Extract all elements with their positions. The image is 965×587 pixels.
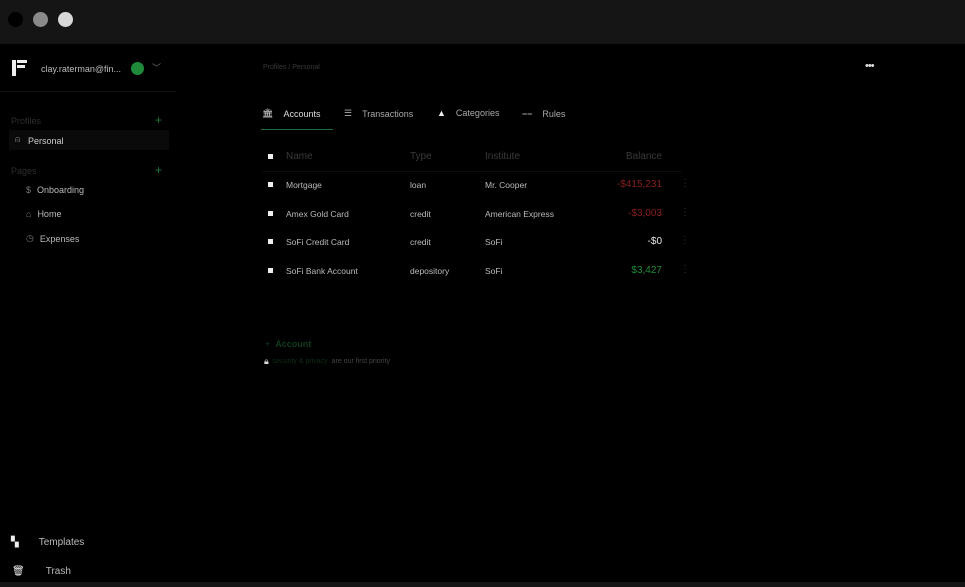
account-institute: Mr. Cooper [485,180,528,190]
clock-icon: ◷ [26,233,34,243]
account-type: loan [410,180,427,190]
chevron-down-icon[interactable]: ﹀ [152,61,161,74]
account-balance: -$3,003 [628,207,662,219]
status-indicator [131,62,144,75]
sidebar-item-expenses[interactable]: ◷ Expenses [26,233,79,244]
row-checkbox[interactable] [268,182,273,187]
account-balance: -$415,231 [616,179,662,190]
tab-label: Transactions [362,108,414,119]
sidebar-item-personal[interactable]: ⍝ Personal [9,130,169,150]
account-name: SoFi Bank Account [286,265,358,276]
row-checkbox[interactable] [268,239,273,244]
add-page-button[interactable]: + [155,163,162,177]
privacy-text: are our first priority [331,358,391,365]
row-menu-icon[interactable]: ⋮ [680,178,690,189]
close-window-button[interactable] [8,12,23,27]
account-institute: American Express [485,208,554,219]
breadcrumb: Profiles / Personal [263,64,320,71]
account-name: Amex Gold Card [286,208,349,219]
divider [0,91,176,92]
tab-categories[interactable]: ▲ Categories [437,108,499,118]
column-header-institute[interactable]: Institute [485,151,520,162]
breadcrumb-profiles[interactable]: Profiles [263,64,286,71]
minimize-window-button[interactable] [33,12,48,27]
row-checkbox[interactable] [268,267,273,273]
trash-icon: 🗑︎ [12,566,25,577]
account-type: credit [410,237,431,247]
account-institute: SoFi [485,265,503,276]
home-icon: ⌂ [26,209,32,219]
trash-label: Trash [45,566,71,577]
profiles-label: Profiles [11,116,42,126]
breadcrumb-separator: / [288,64,291,71]
table-row[interactable]: SoFi Credit Card credit SoFi -$0 ⋮ [262,228,702,256]
add-account-button[interactable]: + Account [265,339,311,349]
app-logo-icon [12,60,27,76]
maximize-window-button[interactable] [58,12,73,27]
sidebar-item-home[interactable]: ⌂ Home [26,209,61,219]
title-bar [0,0,965,44]
tab-rules[interactable]: ⩵ Rules [522,108,565,119]
bottom-bar [0,582,965,587]
page-label: Onboarding [37,185,85,195]
tab-label: Rules [542,108,566,119]
account-name: Mortgage [286,180,322,190]
more-options-button[interactable]: ••• [865,60,875,72]
table-row[interactable]: SoFi Bank Account depository SoFi $3,427… [262,257,702,285]
select-all-checkbox[interactable] [268,154,273,159]
account-institute: SoFi [485,237,503,247]
row-checkbox[interactable] [268,210,273,216]
bank-icon: 🏛︎ [262,108,274,118]
tab-label: Categories [455,108,500,118]
templates-label: Templates [38,537,85,548]
user-email[interactable]: clay.raterman@fin... [41,64,121,74]
templates-icon: ▚ [11,537,19,548]
tab-transactions[interactable]: ☰ Transactions [344,108,413,119]
tab-label: Accounts [283,108,321,119]
privacy-note: 🔒︎ security & privacy are our first prio… [264,356,390,367]
breadcrumb-current: Personal [292,64,320,71]
table-row[interactable]: Mortgage loan Mr. Cooper -$415,231 ⋮ [262,171,702,199]
row-menu-icon[interactable]: ⋮ [680,207,690,218]
tab-accounts[interactable]: 🏛︎ Accounts [262,108,320,119]
templates-button[interactable]: ▚ Templates [11,537,84,548]
sidebar-item-onboarding[interactable]: $ Onboarding [26,185,84,195]
page-label: Home [37,209,62,219]
user-icon: ⍝ [15,134,21,144]
account-balance: -$0 [647,236,662,247]
sidebar: clay.raterman@fin... ﹀ Profiles + ⍝ Pers… [0,44,176,587]
table-row[interactable]: Amex Gold Card credit American Express -… [262,200,702,228]
lock-icon: 🔒︎ [264,356,269,366]
privacy-link[interactable]: security & privacy [273,358,328,365]
row-menu-icon[interactable]: ⋮ [680,264,690,275]
add-account-label: Account [275,339,312,349]
column-header-name[interactable]: Name [286,151,313,162]
plus-icon: + [265,339,271,349]
rules-icon: ⩵ [522,108,533,118]
list-icon: ☰ [344,108,353,118]
trash-button[interactable]: 🗑︎ Trash [12,566,71,577]
pages-label: Pages [11,166,37,176]
dollar-icon: $ [26,185,32,195]
account-type: credit [410,208,431,219]
page-label: Expenses [39,233,80,244]
column-header-type[interactable]: Type [410,151,432,162]
account-name: SoFi Credit Card [286,237,350,247]
row-menu-icon[interactable]: ⋮ [680,235,690,246]
account-balance: $3,427 [631,264,662,276]
account-type: depository [410,265,450,276]
column-header-balance[interactable]: Balance [626,151,662,162]
profile-label: Personal [28,136,64,146]
active-tab-indicator [261,129,333,130]
add-profile-button[interactable]: + [155,113,162,127]
shapes-icon: ▲ [437,108,446,118]
